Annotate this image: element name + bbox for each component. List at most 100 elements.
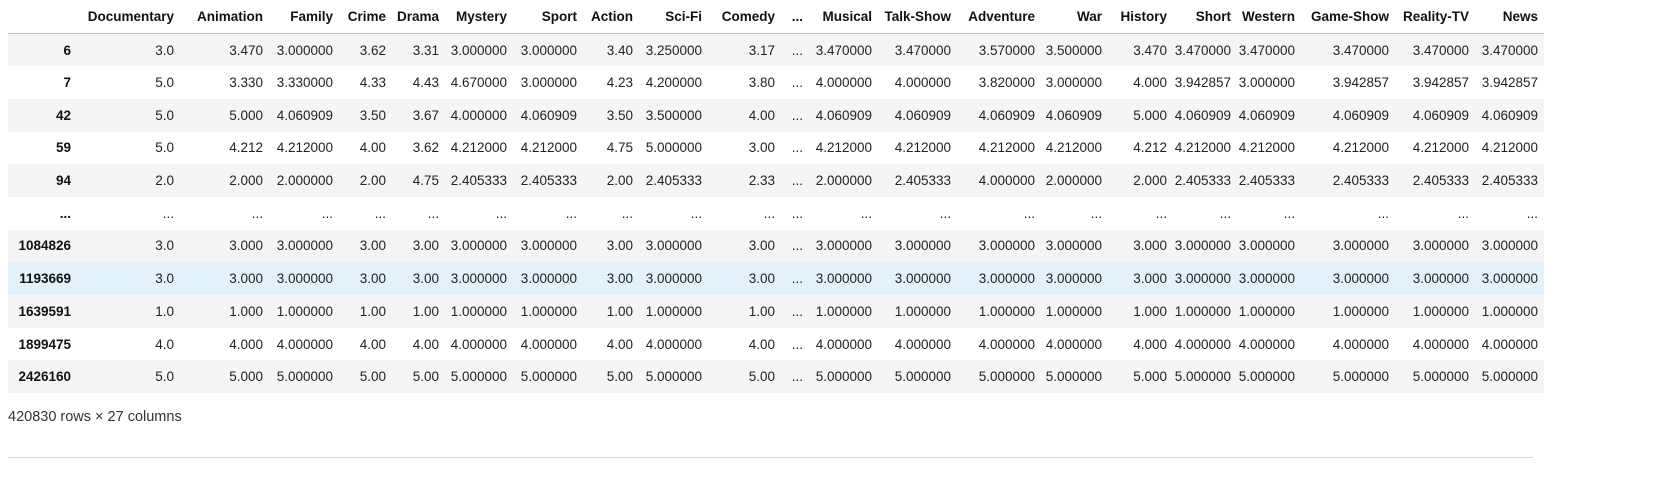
table-cell: 3.00 <box>748 271 775 287</box>
table-cell: 3.470000 <box>1332 42 1389 58</box>
table-cell: 3.470000 <box>1481 42 1538 58</box>
table-cell: ... <box>251 205 263 221</box>
table-cell: 3.942857 <box>1481 75 1538 91</box>
table-cell: 5.000000 <box>645 369 702 385</box>
table-cell: 4.000 <box>229 336 263 352</box>
table-cell: 5.000000 <box>1332 369 1389 385</box>
table-cell: ... <box>1377 205 1389 221</box>
table-cell: 4.212000 <box>450 140 507 156</box>
column-header: Mystery <box>445 0 513 34</box>
table-cell: 3.62 <box>412 140 439 156</box>
table-cell: 1.00 <box>606 303 633 319</box>
table-cell: 3.000 <box>1133 238 1167 254</box>
table-cell: 3.000000 <box>1174 238 1231 254</box>
column-header: Documentary <box>77 0 180 34</box>
table-cell: 3.00 <box>748 140 775 156</box>
table-cell: 2.000000 <box>1045 173 1102 189</box>
table-cell: 2.405333 <box>450 173 507 189</box>
table-cell: 4.0 <box>155 336 174 352</box>
table-row: 6 3.0 3.470 3.000000 3.62 3.31 3.000000 3.00000… <box>8 33 1544 67</box>
table-cell: 1.000000 <box>1045 303 1102 319</box>
column-header-row: Documentary Animation Family Crime Drama Myst… <box>8 0 1544 34</box>
table-cell: 4.060909 <box>815 107 872 123</box>
table-cell: 4.000000 <box>978 173 1035 189</box>
table-cell: 3.0 <box>155 238 174 254</box>
table-cell: 3.80 <box>748 75 775 91</box>
column-header: History <box>1108 0 1173 34</box>
table-cell: 3.67 <box>412 107 439 123</box>
table-cell: 4.000000 <box>1238 336 1295 352</box>
table-cell: 3.000000 <box>1238 271 1295 287</box>
table-cell: 5.000000 <box>645 140 702 156</box>
column-header: Drama <box>392 0 445 34</box>
table-cell: 2.405333 <box>1332 173 1389 189</box>
column-header: Animation <box>180 0 269 34</box>
table-cell: 2.405333 <box>1174 173 1231 189</box>
table-cell: 1.000000 <box>1174 303 1231 319</box>
table-cell: 1.00 <box>359 303 386 319</box>
table-cell: 3.000 <box>229 238 263 254</box>
column-header: Talk-Show <box>878 0 957 34</box>
table-cell: 5.000000 <box>520 369 577 385</box>
table-cell: 4.060909 <box>1481 107 1538 123</box>
row-index: 2426160 <box>18 369 71 385</box>
table-cell: 4.060909 <box>520 107 577 123</box>
table-cell: 3.000000 <box>450 271 507 287</box>
table-cell: 2.405333 <box>1481 173 1538 189</box>
table-cell: 3.000000 <box>894 238 951 254</box>
table-cell: 3.000000 <box>520 271 577 287</box>
column-header: Sport <box>513 0 583 34</box>
row-index: 1639591 <box>18 303 71 319</box>
table-cell: ... <box>1090 205 1102 221</box>
table-cell: 5.000000 <box>1412 369 1469 385</box>
table-cell: 1.000000 <box>978 303 1035 319</box>
table-row: 1639591 1.0 1.000 1.000000 1.00 1.00 1.000000 1… <box>8 295 1544 328</box>
table-cell: ... <box>374 205 386 221</box>
table-cell: 1.00 <box>412 303 439 319</box>
table-cell: 5.000000 <box>276 369 333 385</box>
table-cell: 3.942857 <box>1174 75 1231 91</box>
table-cell: 3.000000 <box>894 271 951 287</box>
table-cell: 3.000000 <box>450 238 507 254</box>
table-cell: 4.212000 <box>1412 140 1469 156</box>
table-row: 42 5.0 5.000 4.060909 3.50 3.67 4.000000 4.0609… <box>8 98 1544 132</box>
table-cell: 3.00 <box>412 238 439 254</box>
table-cell: 5.000000 <box>894 369 951 385</box>
table-cell: 3.50 <box>606 107 633 123</box>
table-cell: 4.00 <box>748 107 775 123</box>
table-cell: 4.212000 <box>978 140 1035 156</box>
column-header: Sci-Fi <box>639 0 708 34</box>
table-cell: 3.000000 <box>1412 238 1469 254</box>
table-cell: ... <box>621 205 633 221</box>
table-cell: 4.060909 <box>1174 107 1231 123</box>
table-cell: 3.000000 <box>520 42 577 58</box>
column-header: Short <box>1173 0 1237 34</box>
table-cell: 4.00 <box>359 140 386 156</box>
table-cell: 3.000000 <box>1238 75 1295 91</box>
table-cell: 3.000 <box>1133 271 1167 287</box>
row-index: 1193669 <box>19 271 71 287</box>
table-cell: 4.000000 <box>978 336 1035 352</box>
table-cell: 3.0 <box>155 271 174 287</box>
table-cell: 4.212000 <box>1481 140 1538 156</box>
table-cell: ... <box>1457 205 1469 221</box>
table-cell: 3.000000 <box>1238 238 1295 254</box>
column-header: Comedy <box>708 0 781 34</box>
table-cell: 2.0 <box>155 173 174 189</box>
table-cell: 4.000000 <box>815 336 872 352</box>
table-cell: 1.000000 <box>450 303 507 319</box>
table-cell: 1.00 <box>748 303 775 319</box>
column-header: ... <box>781 0 809 34</box>
table-cell: 5.000 <box>1133 107 1167 123</box>
table-cell: 5.000 <box>229 107 263 123</box>
table-cell: ... <box>791 238 803 254</box>
table-cell: 4.43 <box>412 75 439 91</box>
table-row: 7 5.0 3.330 3.330000 4.33 4.43 4.670000 3.00000… <box>8 66 1544 99</box>
table-cell: ... <box>939 205 951 221</box>
table-cell: ... <box>1155 205 1167 221</box>
table-cell: 5.000000 <box>450 369 507 385</box>
table-cell: 3.50 <box>359 107 386 123</box>
column-header: Western <box>1237 0 1301 34</box>
row-index: 7 <box>63 75 71 91</box>
column-header: Family <box>269 0 339 34</box>
